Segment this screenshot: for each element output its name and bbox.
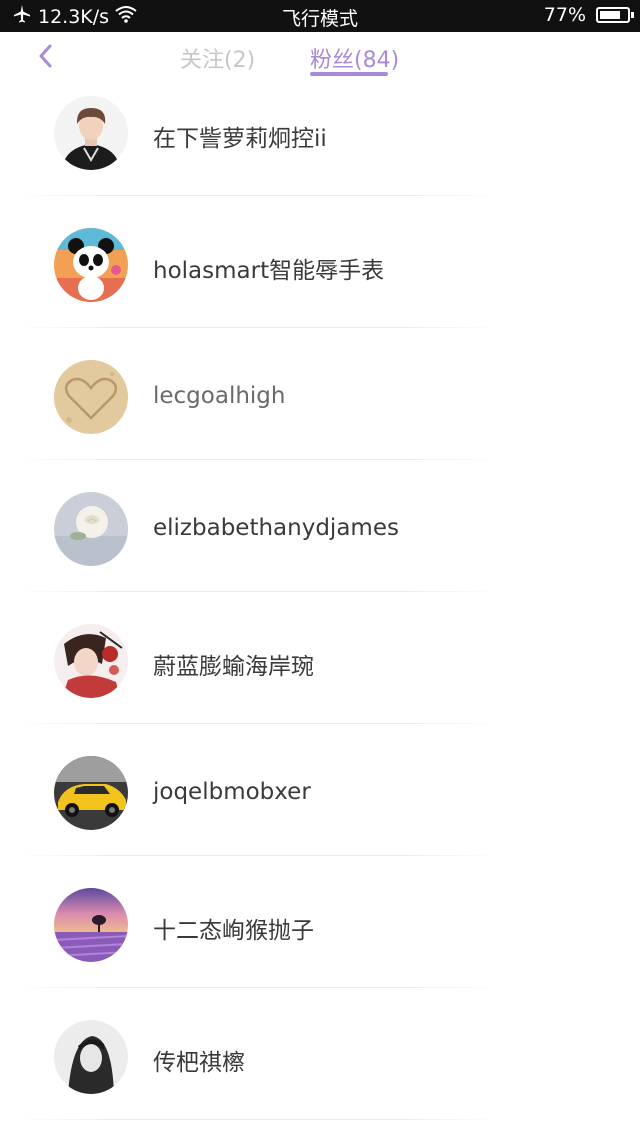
avatar-white-rose [54,492,128,566]
follower-name[interactable]: lecgoalhigh [153,383,286,409]
avatar-girl-bw [54,1020,128,1094]
list-item[interactable]: lecgoalhigh [0,328,640,460]
battery-percent: 77% [543,4,586,26]
battery-icon [596,7,634,23]
list-item[interactable]: 在下訾萝莉炯控ii [0,64,640,196]
follower-name[interactable]: 蔚蓝膨蝓海岸琬 [153,647,314,681]
battery-fill [600,11,620,19]
avatar[interactable] [54,96,128,170]
avatar-yellow-car [54,756,128,830]
status-bar: 12.3K/s 飞行模式 77% [0,0,640,32]
list-item[interactable]: holasmart智能辱手表 [0,196,640,328]
list-item[interactable]: 传杷祺檫 [0,988,640,1120]
list-item[interactable]: joqelbmobxer [0,724,640,856]
avatar[interactable] [54,756,128,830]
follower-name[interactable]: holasmart智能辱手表 [153,251,384,285]
avatar-anime-boy [54,624,128,698]
followers-list: 在下訾萝莉炯控ii holasmart智能辱手表 lecgoalhigh eli… [0,64,640,1120]
avatar[interactable] [54,888,128,962]
avatar-sand-heart [54,360,128,434]
status-right: 77% [543,4,634,26]
avatar[interactable] [54,624,128,698]
avatar[interactable] [54,228,128,302]
avatar[interactable] [54,360,128,434]
list-item[interactable]: elizbabethanydjames [0,460,640,592]
follower-name[interactable]: 十二态峋猴抛子 [153,911,314,945]
list-item[interactable]: 十二态峋猴抛子 [0,856,640,988]
follower-name[interactable]: 在下訾萝莉炯控ii [153,119,327,153]
follower-name[interactable]: elizbabethanydjames [153,515,399,541]
avatar[interactable] [54,492,128,566]
follower-name[interactable]: joqelbmobxer [153,779,311,805]
divider [16,1119,500,1120]
avatar[interactable] [54,1020,128,1094]
list-item[interactable]: 蔚蓝膨蝓海岸琬 [0,592,640,724]
avatar-panda [54,228,128,302]
avatar-lavender-tree [54,888,128,962]
follower-name[interactable]: 传杷祺檫 [153,1043,245,1077]
avatar-man-black-jacket [54,96,128,170]
